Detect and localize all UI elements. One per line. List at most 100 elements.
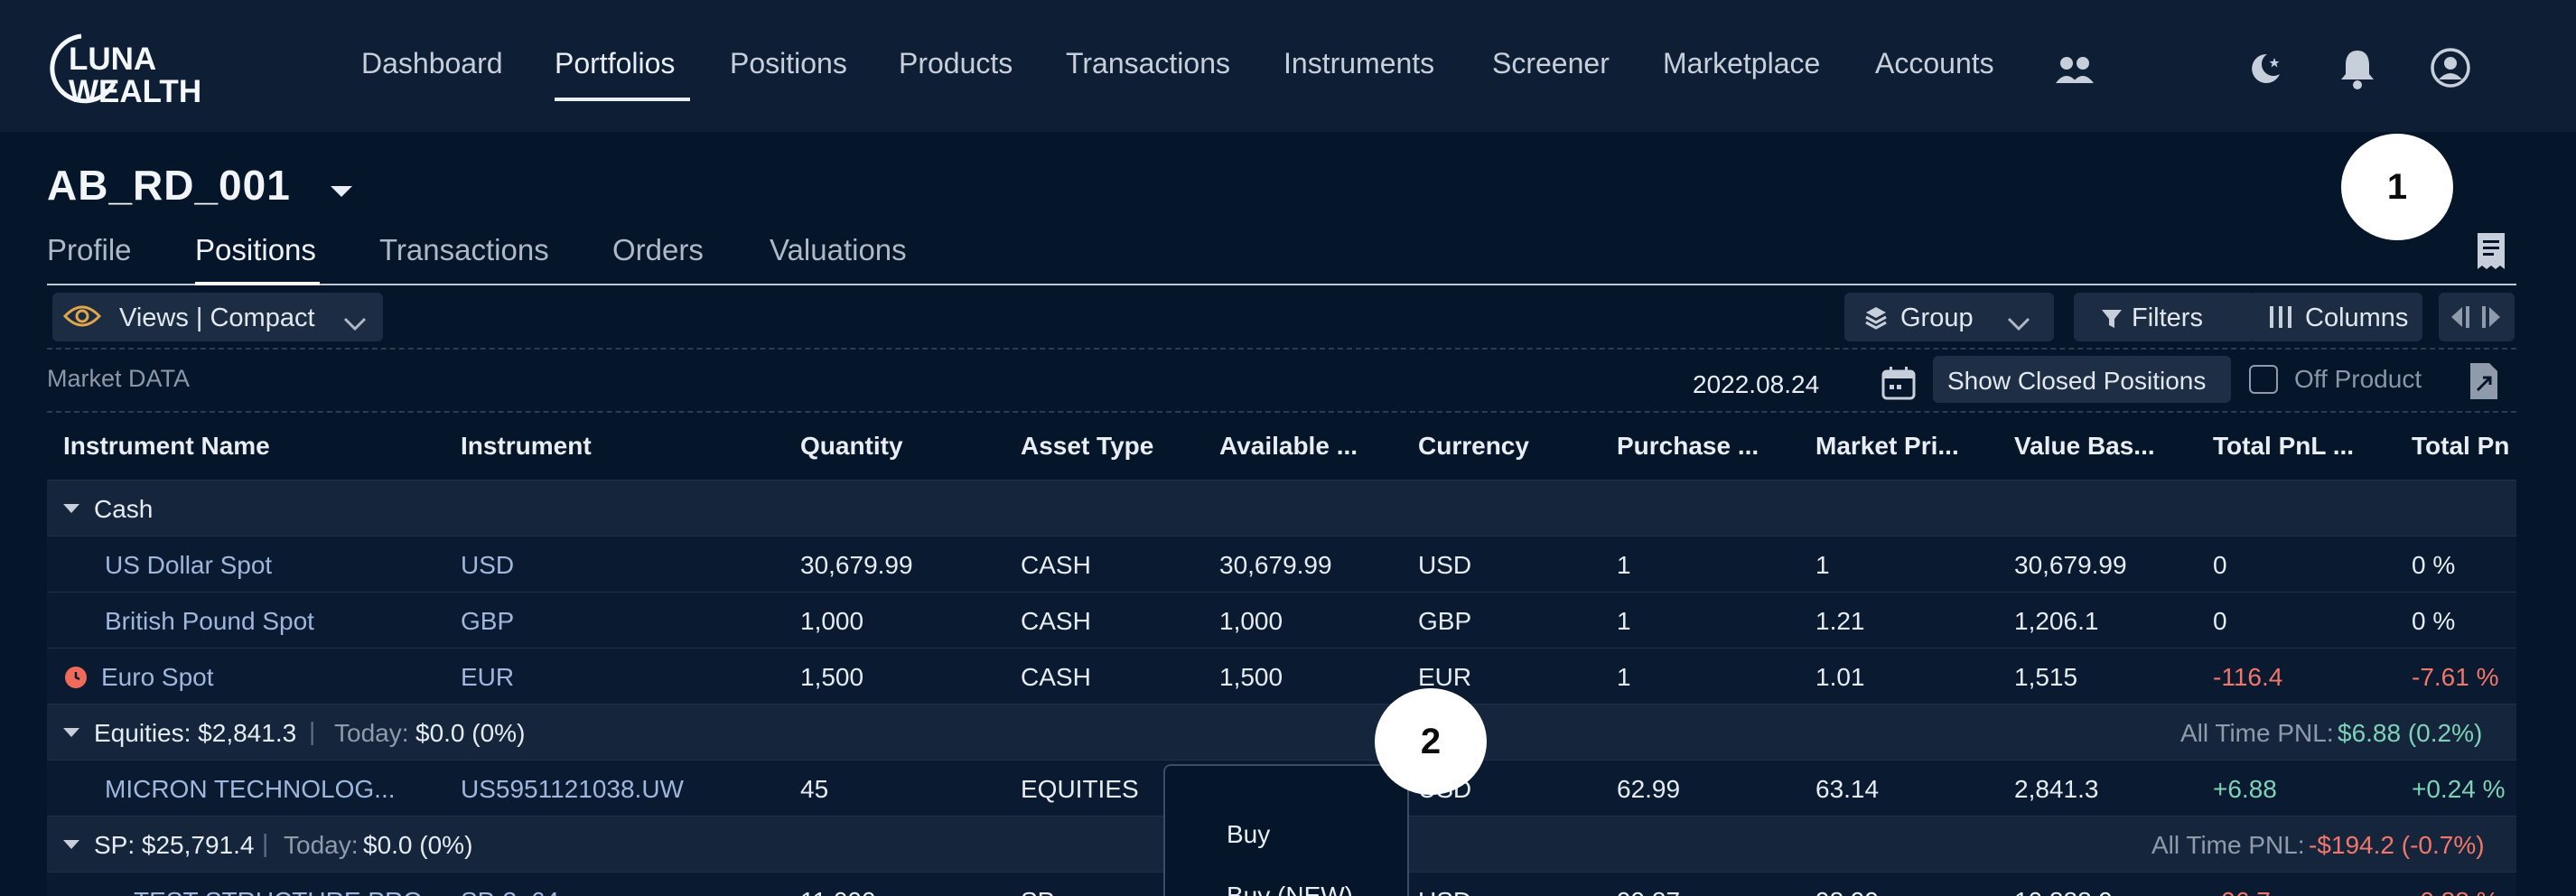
instrument-code[interactable]: US5951121038.UW (461, 775, 684, 804)
table-row[interactable]: British Pound Spot GBP 1,000 CASH 1,000 … (47, 592, 2516, 648)
total-pnl: -116.4 (2213, 663, 2283, 691)
columns-label: Columns (2305, 303, 2409, 332)
instrument-code[interactable]: SP-3p64 (461, 887, 559, 896)
col-total-pnl-pct[interactable]: Total Pn (2412, 432, 2509, 461)
today-value: $0.0 (0%) (415, 719, 526, 747)
receipt-icon[interactable] (2475, 231, 2507, 275)
caret-down-icon[interactable] (63, 728, 79, 737)
off-product-checkbox[interactable] (2249, 365, 2278, 394)
instrument-name[interactable]: MICRON TECHNOLOG... (105, 775, 396, 804)
currency: GBP (1418, 607, 1472, 635)
total-pnl-pct: +0.24 % (2412, 775, 2506, 803)
row-context-menu: Buy Buy (NEW) (1163, 764, 1409, 896)
luna-wealth-logo[interactable]: LUNA WEALTH (45, 29, 201, 110)
columns-button[interactable]: Columns (2249, 293, 2422, 341)
menu-item-buy[interactable]: Buy (1227, 820, 1270, 849)
currency: USD (1418, 551, 1472, 579)
group-row-cash[interactable]: Cash (47, 480, 2516, 536)
quantity: 1,500 (800, 663, 864, 691)
column-scroll-control[interactable] (2439, 293, 2515, 341)
asset-type: CASH (1021, 551, 1091, 579)
market-date[interactable]: 2022.08.24 (1693, 370, 1819, 399)
instrument-code[interactable]: GBP (461, 607, 514, 636)
col-market-price[interactable]: Market Pri... (1815, 432, 1959, 461)
instrument-name[interactable]: US Dollar Spot (105, 551, 272, 580)
total-pnl-pct: -7.61 % (2412, 663, 2499, 691)
nav-dashboard[interactable]: Dashboard (361, 47, 503, 80)
alert-clock-icon[interactable] (65, 667, 87, 688)
table-row[interactable]: Euro Spot EUR 1,500 CASH 1,500 EUR 1 1.0… (47, 648, 2516, 704)
instrument-code[interactable]: USD (461, 551, 514, 580)
all-time-pnl-label: All Time PNL: (2180, 719, 2334, 747)
available: 1,000 (1219, 607, 1283, 635)
views-dropdown[interactable]: Views | Compact (52, 293, 383, 341)
bell-icon[interactable] (2338, 47, 2377, 95)
col-quantity[interactable]: Quantity (800, 432, 903, 461)
tab-valuations[interactable]: Valuations (770, 233, 907, 267)
nav-accounts[interactable]: Accounts (1875, 47, 1994, 80)
nav-portfolios[interactable]: Portfolios (555, 47, 675, 80)
scroll-left-icon[interactable] (2448, 305, 2473, 336)
quantity: 11,000 (800, 887, 876, 896)
col-asset-type[interactable]: Asset Type (1021, 432, 1153, 461)
col-instrument-name[interactable]: Instrument Name (63, 432, 270, 461)
group-separator: | (262, 829, 269, 857)
step-marker-2: 2 (1375, 688, 1487, 795)
caret-down-icon[interactable] (63, 504, 79, 513)
instrument-code[interactable]: EUR (461, 663, 514, 692)
nav-products[interactable]: Products (899, 47, 1013, 80)
purchase-price: 1 (1617, 551, 1631, 579)
group-row-equities[interactable]: Equities: $2,841.3 | Today: $0.0 (0%) Al… (47, 704, 2516, 760)
col-value-base[interactable]: Value Bas... (2014, 432, 2155, 461)
purchase-price: 1 (1617, 607, 1631, 635)
tab-transactions[interactable]: Transactions (379, 233, 549, 267)
filters-button[interactable]: Filters (2074, 293, 2254, 341)
purchase-price: 1 (1617, 663, 1631, 691)
instrument-name[interactable]: TEST STRUCTURE PRO... (134, 887, 443, 896)
group-label: Group (1900, 303, 1974, 332)
show-closed-label: Show Closed Positions (1947, 367, 2207, 395)
nav-marketplace[interactable]: Marketplace (1663, 47, 1820, 80)
menu-item-buy-new[interactable]: Buy (NEW) (1227, 882, 1353, 896)
asset-type: CASH (1021, 663, 1091, 691)
market-price: 1.21 (1815, 607, 1865, 635)
col-currency[interactable]: Currency (1418, 432, 1529, 461)
portfolio-dropdown-icon[interactable] (329, 184, 354, 205)
tab-profile[interactable]: Profile (47, 233, 132, 267)
chevron-down-icon (2007, 309, 2030, 339)
caret-down-icon[interactable] (63, 840, 79, 849)
nav-transactions[interactable]: Transactions (1066, 47, 1230, 80)
user-icon[interactable] (2430, 47, 2471, 93)
toolbar-divider (47, 348, 2516, 350)
tab-orders[interactable]: Orders (612, 233, 704, 267)
total-pnl: +6.88 (2213, 775, 2277, 803)
calendar-icon[interactable] (1881, 365, 1917, 406)
logo-text: LUNA WEALTH (69, 43, 201, 108)
value-base: 10,888.9 (2014, 887, 2113, 896)
export-file-icon[interactable] (2468, 361, 2500, 406)
nav-screener[interactable]: Screener (1492, 47, 1610, 80)
nav-active-underline (555, 98, 690, 101)
theme-toggle-icon[interactable] (2247, 51, 2283, 91)
col-total-pnl[interactable]: Total PnL ... (2213, 432, 2354, 461)
scroll-right-icon[interactable] (2478, 305, 2504, 336)
nav-positions[interactable]: Positions (730, 47, 847, 80)
team-icon[interactable] (2054, 54, 2095, 89)
col-available[interactable]: Available ... (1219, 432, 1358, 461)
tab-positions[interactable]: Positions (195, 233, 316, 267)
market-price: 1 (1815, 551, 1830, 579)
value-base: 1,206.1 (2014, 607, 2099, 635)
col-purchase[interactable]: Purchase ... (1617, 432, 1759, 461)
group-dropdown[interactable]: Group (1844, 293, 2054, 341)
quantity: 1,000 (800, 607, 864, 635)
nav-instruments[interactable]: Instruments (1283, 47, 1434, 80)
table-row[interactable]: US Dollar Spot USD 30,679.99 CASH 30,679… (47, 536, 2516, 592)
instrument-name[interactable]: Euro Spot (101, 663, 214, 692)
show-closed-positions-button[interactable]: Show Closed Positions (1933, 356, 2231, 403)
total-pnl-pct: 0 % (2412, 607, 2456, 635)
tabs-divider (47, 284, 2516, 285)
col-instrument[interactable]: Instrument (461, 432, 592, 461)
positions-table-header: Instrument Name Instrument Quantity Asse… (47, 419, 2516, 479)
group-separator: | (309, 717, 316, 745)
instrument-name[interactable]: British Pound Spot (105, 607, 314, 636)
